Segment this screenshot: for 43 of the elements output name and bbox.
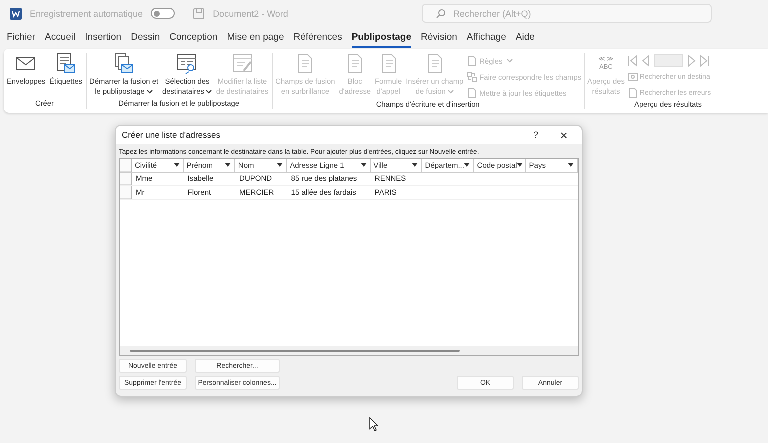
caret-icon[interactable]	[277, 163, 284, 168]
ribbon-tab[interactable]: Affichage	[466, 28, 506, 48]
caret-icon	[448, 90, 454, 94]
label-sheet-icon	[55, 53, 78, 75]
ribbon-tab[interactable]: Mise en page	[227, 28, 284, 48]
document-icon	[628, 88, 638, 98]
ribbon-tab[interactable]: Insertion	[85, 28, 122, 48]
caret-icon[interactable]	[568, 163, 574, 168]
scrollbar-thumb[interactable]	[130, 350, 460, 352]
caret-icon[interactable]	[464, 163, 470, 168]
documents-envelope-icon	[113, 53, 135, 75]
ribbon-tab[interactable]: Révision	[420, 28, 458, 48]
ribbon-tab[interactable]: Conception	[170, 28, 218, 48]
match-fields-icon	[466, 72, 477, 82]
document-title: Document2 - Word	[213, 8, 288, 18]
caret-icon[interactable]	[360, 163, 367, 168]
ribbon-tab[interactable]: Références	[294, 28, 342, 48]
list-edit-icon	[232, 53, 254, 75]
search-icon	[436, 8, 446, 18]
caret-icon	[506, 59, 513, 63]
close-button[interactable]: ×	[550, 127, 578, 143]
ribbon-tab[interactable]: Fichier	[7, 28, 36, 48]
help-button[interactable]: ?	[522, 127, 550, 143]
document-icon	[466, 56, 477, 66]
caret-icon[interactable]	[225, 163, 232, 168]
list-search-icon	[176, 53, 198, 75]
ribbon-tab[interactable]: Dessin	[131, 28, 160, 48]
caret-icon[interactable]	[412, 163, 418, 168]
autosave-label: Enregistrement automatique	[30, 8, 144, 18]
ribbon-tab[interactable]: Accueil	[45, 28, 76, 48]
ribbon-tab[interactable]: Aide	[516, 28, 535, 48]
mouse-pointer-icon	[369, 417, 379, 432]
caret-icon	[206, 90, 212, 94]
corner-cell[interactable]	[120, 159, 132, 172]
dialog-title: Créer une liste d'adresses	[122, 130, 220, 140]
caret-icon[interactable]	[174, 163, 180, 168]
app-logo-icon	[10, 8, 22, 20]
caret-icon[interactable]	[517, 163, 524, 168]
address-card-icon	[628, 72, 638, 82]
search-field[interactable]: Rechercher (Alt+Q)	[422, 4, 712, 23]
document-icon	[466, 88, 477, 98]
caret-icon	[146, 90, 153, 94]
autosave-toggle[interactable]	[151, 8, 176, 19]
